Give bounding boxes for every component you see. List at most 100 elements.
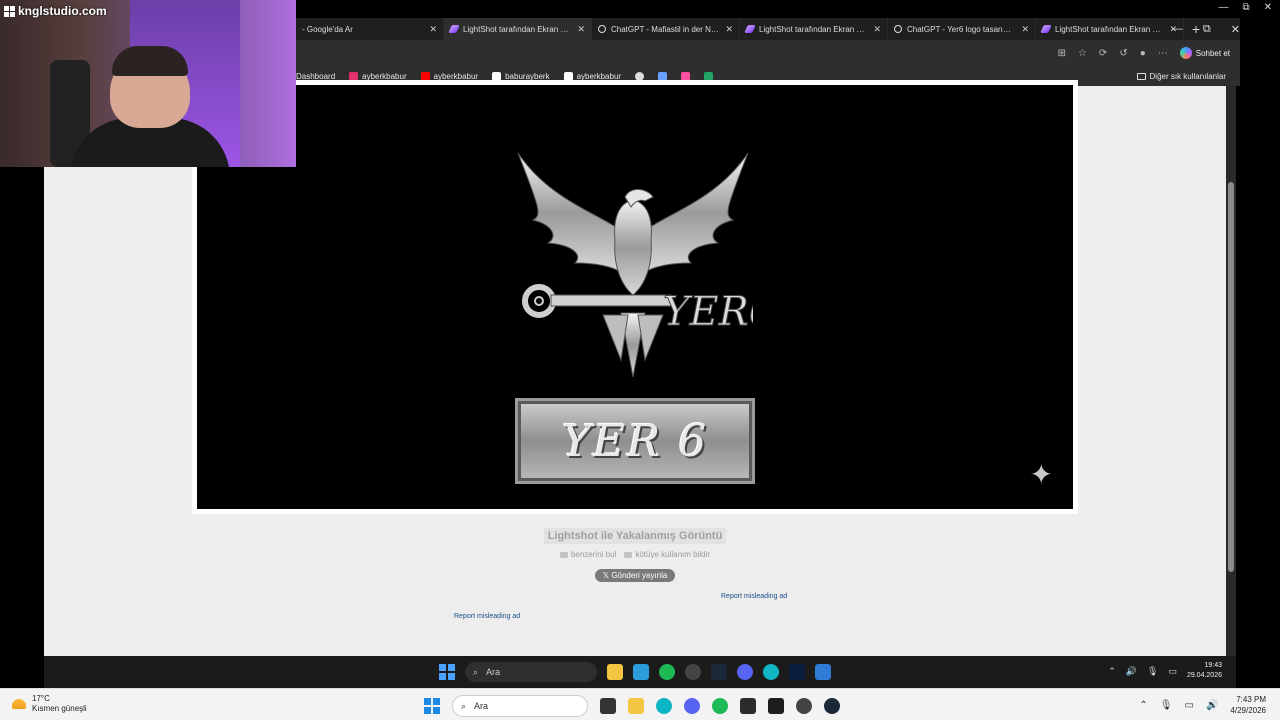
screenshot-caption: Lightshot ile Yakalanmış Görüntü benzeri… (44, 526, 1226, 583)
webcam-overlay: knglstudio.com (0, 0, 296, 167)
history-icon[interactable]: ↺ (1119, 48, 1127, 59)
feather-icon (744, 25, 756, 33)
page-scrollbar[interactable] (1226, 86, 1236, 656)
share-label: Gönderi yayınla (611, 571, 668, 580)
file-explorer-icon[interactable] (607, 664, 623, 680)
microphone-icon[interactable]: 🎙 (1160, 700, 1173, 711)
minimize-button[interactable]: — (1218, 2, 1228, 13)
tab-bar: - Google'da Ar ✕ LightShot tarafından Ek… (296, 18, 1240, 40)
close-window-button[interactable]: ✕ (1231, 23, 1240, 36)
terminal-icon[interactable] (740, 698, 756, 714)
time: 7:43 PM (1236, 695, 1266, 704)
inner-clock[interactable]: 19:43 29.04.2026 (1187, 661, 1222, 681)
taskbar-search-placeholder: Ara (474, 701, 489, 711)
profile-icon[interactable]: ● (1140, 48, 1146, 59)
start-icon[interactable] (424, 698, 440, 714)
edge-icon[interactable] (656, 698, 672, 714)
camera-icon (559, 551, 568, 558)
tab-chatgpt-mafiastil[interactable]: ChatGPT - Mafiastil in der Nachtst ✕ (592, 18, 740, 40)
other-bookmarks[interactable]: Diğer sık kullanılanlar (1136, 72, 1226, 81)
inner-search-placeholder: Ara (486, 667, 501, 677)
tab-lightshot-2[interactable]: LightShot tarafından Ekran Görünt ✕ (1036, 18, 1184, 40)
extensions-icon[interactable]: ⟳ (1099, 48, 1107, 59)
streamer-name: knglstudio.com (18, 4, 107, 18)
favorite-star-icon[interactable]: ☆ (1078, 48, 1087, 59)
file-explorer-icon[interactable] (628, 698, 644, 714)
microphone-icon[interactable]: 🎙 (1147, 666, 1158, 677)
close-window-button[interactable]: ✕ (1264, 2, 1272, 13)
task-view-icon[interactable] (600, 698, 616, 714)
steam-icon[interactable] (824, 698, 840, 714)
tab-lightshot-active[interactable]: LightShot tarafından Ekran Görünt ✕ (444, 18, 592, 40)
taskbar-search-box[interactable]: ⌕ Ara (452, 695, 588, 717)
clock[interactable]: 7:43 PM 4/29/2026 (1230, 694, 1266, 716)
copilot-icon (1179, 47, 1192, 59)
streamer-watermark: knglstudio.com (4, 4, 107, 18)
restore-button[interactable]: ⧉ (1203, 23, 1211, 36)
photoshop-icon[interactable] (789, 664, 805, 680)
obs-icon[interactable] (796, 698, 812, 714)
obs-icon[interactable] (685, 664, 701, 680)
report-misleading-ad-link[interactable]: Report misleading ad (454, 613, 520, 620)
tab-lightshot[interactable]: LightShot tarafından Ekran Görünt ✕ (740, 18, 888, 40)
share-on-x-button[interactable]: 𝕏 Gönderi yayınla (594, 569, 676, 582)
inner-search-box[interactable]: ⌕ Ara (465, 662, 597, 682)
report-abuse-label: kötüye kullanım bildir (635, 550, 711, 559)
outer-window-controls: — ⧉ ✕ (1218, 2, 1272, 13)
close-icon[interactable]: ✕ (1021, 24, 1029, 35)
system-tray: ⌃ 🎙 ▭ 🔊 7:43 PM 4/29/2026 (1139, 694, 1266, 716)
discord-icon[interactable] (684, 698, 700, 714)
tab-chatgpt-yer6[interactable]: ChatGPT - Yer6 logo tasarımları se ✕ (888, 18, 1036, 40)
more-menu-icon[interactable]: ⋯ (1158, 48, 1168, 59)
chevron-up-icon[interactable]: ⌃ (1108, 666, 1116, 677)
photos-icon[interactable] (633, 664, 649, 680)
split-screen-icon[interactable]: ⊞ (1058, 48, 1066, 59)
scrollbar-thumb[interactable] (1228, 182, 1234, 572)
spotify-icon[interactable] (659, 664, 675, 680)
codex-icon[interactable] (768, 698, 784, 714)
date: 4/29/2026 (1230, 706, 1266, 715)
start-icon[interactable] (439, 664, 455, 680)
search-icon: ⌕ (461, 700, 467, 711)
inner-taskbar: ⌕ Ara ⌃ 🔊 🎙 ▭ 19:43 29.04.2026 (44, 656, 1236, 688)
weather-widget[interactable]: 17°C Kısmen güneşli (12, 694, 87, 714)
tab-label: LightShot tarafından Ekran Görünt (1055, 24, 1166, 34)
discord-icon[interactable] (737, 664, 753, 680)
page-content: YER6 YER 6 ✦ Lightshot ile Yakalanmış Gö… (44, 80, 1226, 656)
display-icon[interactable]: ▭ (1168, 666, 1177, 677)
screenshot-image: YER6 YER 6 ✦ (197, 85, 1073, 509)
edge-icon[interactable] (763, 664, 779, 680)
speaker-icon[interactable]: 🔊 (1126, 666, 1137, 677)
inner-time: 19:43 (1204, 662, 1222, 669)
close-icon[interactable]: ✕ (429, 24, 437, 35)
screenshot-frame: YER6 YER 6 ✦ (192, 80, 1078, 514)
chatgpt-icon (894, 25, 902, 33)
weather-desc: Kısmen güneşli (32, 704, 87, 713)
find-similar-link[interactable]: benzerini bul (559, 550, 616, 559)
search-icon: ⌕ (473, 666, 479, 677)
yer6-plaque: YER 6 (515, 398, 755, 484)
report-abuse-link[interactable]: kötüye kullanım bildir (624, 550, 710, 559)
display-icon[interactable]: ▭ (1185, 700, 1194, 711)
minimize-button[interactable]: — (1172, 23, 1183, 35)
report-misleading-ad-link[interactable]: Report misleading ad (721, 593, 787, 600)
tab-google[interactable]: - Google'da Ar ✕ (296, 18, 444, 40)
browser-toolbar: ⊞ ☆ ⟳ ↺ ● ⋯ Sohbet et (296, 40, 1240, 66)
steam-icon[interactable] (711, 664, 727, 680)
chevron-up-icon[interactable]: ⌃ (1139, 700, 1147, 711)
taskbar: 17°C Kısmen güneşli ⌕ Ara ⌃ 🎙 ▭ 🔊 7:43 P… (0, 688, 1280, 720)
close-icon[interactable]: ✕ (577, 24, 585, 35)
restore-button[interactable]: ⧉ (1242, 2, 1249, 13)
copilot-label: Sohbet et (1195, 48, 1230, 58)
x-icon: 𝕏 (602, 571, 612, 580)
inner-date: 29.04.2026 (1186, 672, 1222, 679)
paint-icon[interactable] (815, 664, 831, 680)
eagle-key-emblem: YER6 (517, 152, 753, 378)
copilot-button[interactable]: Sohbet et (1179, 47, 1230, 59)
close-icon[interactable]: ✕ (873, 24, 881, 35)
spotify-icon[interactable] (712, 698, 728, 714)
feather-icon (448, 25, 460, 33)
speaker-icon[interactable]: 🔊 (1206, 700, 1218, 711)
tab-label: ChatGPT - Yer6 logo tasarımları se (907, 24, 1018, 34)
close-icon[interactable]: ✕ (725, 24, 733, 35)
